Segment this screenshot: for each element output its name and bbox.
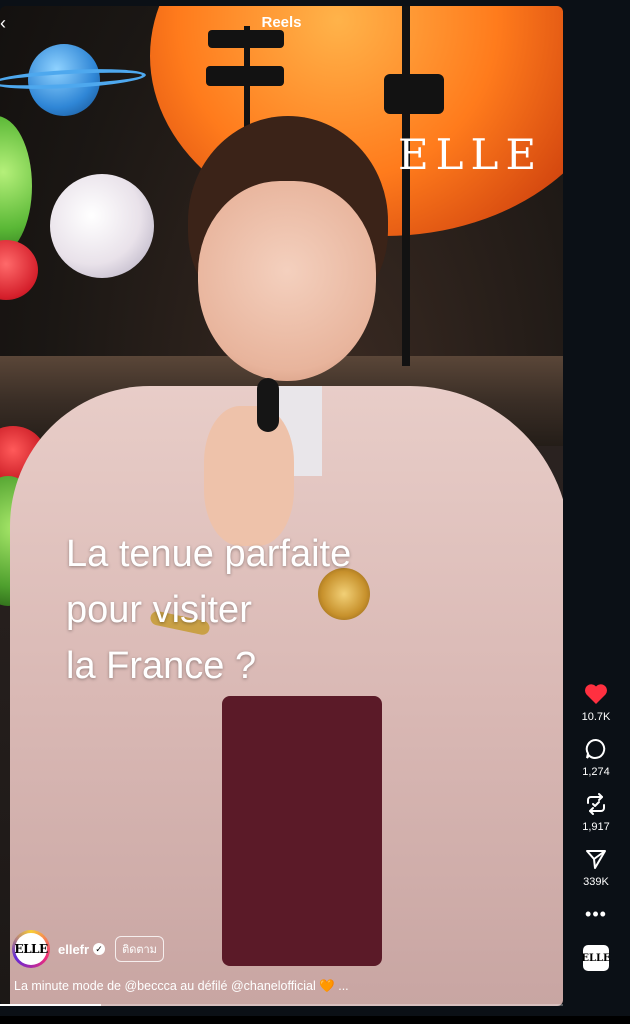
repost-icon[interactable] [582,790,610,818]
microphone [257,378,279,432]
reel-video[interactable]: ELLE La tenue parfaite pour visiter la F… [0,6,563,1006]
action-rail: 10.7K 1,274 1,917 339K ••• ELLE [568,680,624,971]
elle-watermark: ELLE [398,130,544,179]
green-planet [0,116,32,256]
comment-count: 1,274 [582,766,610,778]
post-author-bar: ELLE ellefr ✓ ติดตาม [12,930,432,968]
stage-light [384,74,444,114]
video-progress-bar[interactable] [0,1004,563,1006]
comment-button[interactable]: 1,274 [582,735,610,778]
video-progress-fill [0,1004,102,1006]
send-icon[interactable] [582,845,610,873]
back-arrow-icon[interactable]: ‹ [0,14,12,34]
comment-bubble-icon[interactable] [582,735,610,763]
overlay-line-3: la France ? [66,645,257,687]
moon-sphere [50,174,154,278]
page-title: Reels [261,14,302,31]
bottom-edge [0,1016,630,1024]
share-count: 339K [583,876,609,888]
audio-avatar[interactable]: ELLE [581,945,611,971]
light-pole [402,6,410,366]
post-caption[interactable]: La minute mode de @beccca au défilé @cha… [14,979,554,994]
stage-light [206,66,284,86]
repost-button[interactable]: 1,917 [582,790,610,833]
burgundy-top [222,696,382,966]
like-count: 10.7K [581,711,611,723]
overlay-line-1: La tenue parfaite [66,533,352,575]
reels-viewer: ELLE La tenue parfaite pour visiter la F… [0,0,630,1024]
stage-light [208,30,284,48]
overlay-line-2: pour visiter [66,589,252,631]
like-button[interactable]: 10.7K [581,680,611,723]
follow-button[interactable]: ติดตาม [115,936,164,962]
more-dots-icon[interactable]: ••• [585,904,607,925]
repost-count: 1,917 [582,821,610,833]
share-button[interactable]: 339K [582,845,610,888]
story-ring[interactable]: ELLE [12,930,50,968]
author-avatar[interactable]: ELLE [14,933,48,965]
account-name[interactable]: ellefr [58,942,89,957]
video-overlay-text: La tenue parfaite pour visiter la France… [66,526,486,694]
person-face [198,181,376,381]
heart-icon[interactable] [582,680,610,708]
verified-badge-icon: ✓ [93,943,106,955]
person-hand [204,406,294,546]
red-planet [0,240,38,300]
